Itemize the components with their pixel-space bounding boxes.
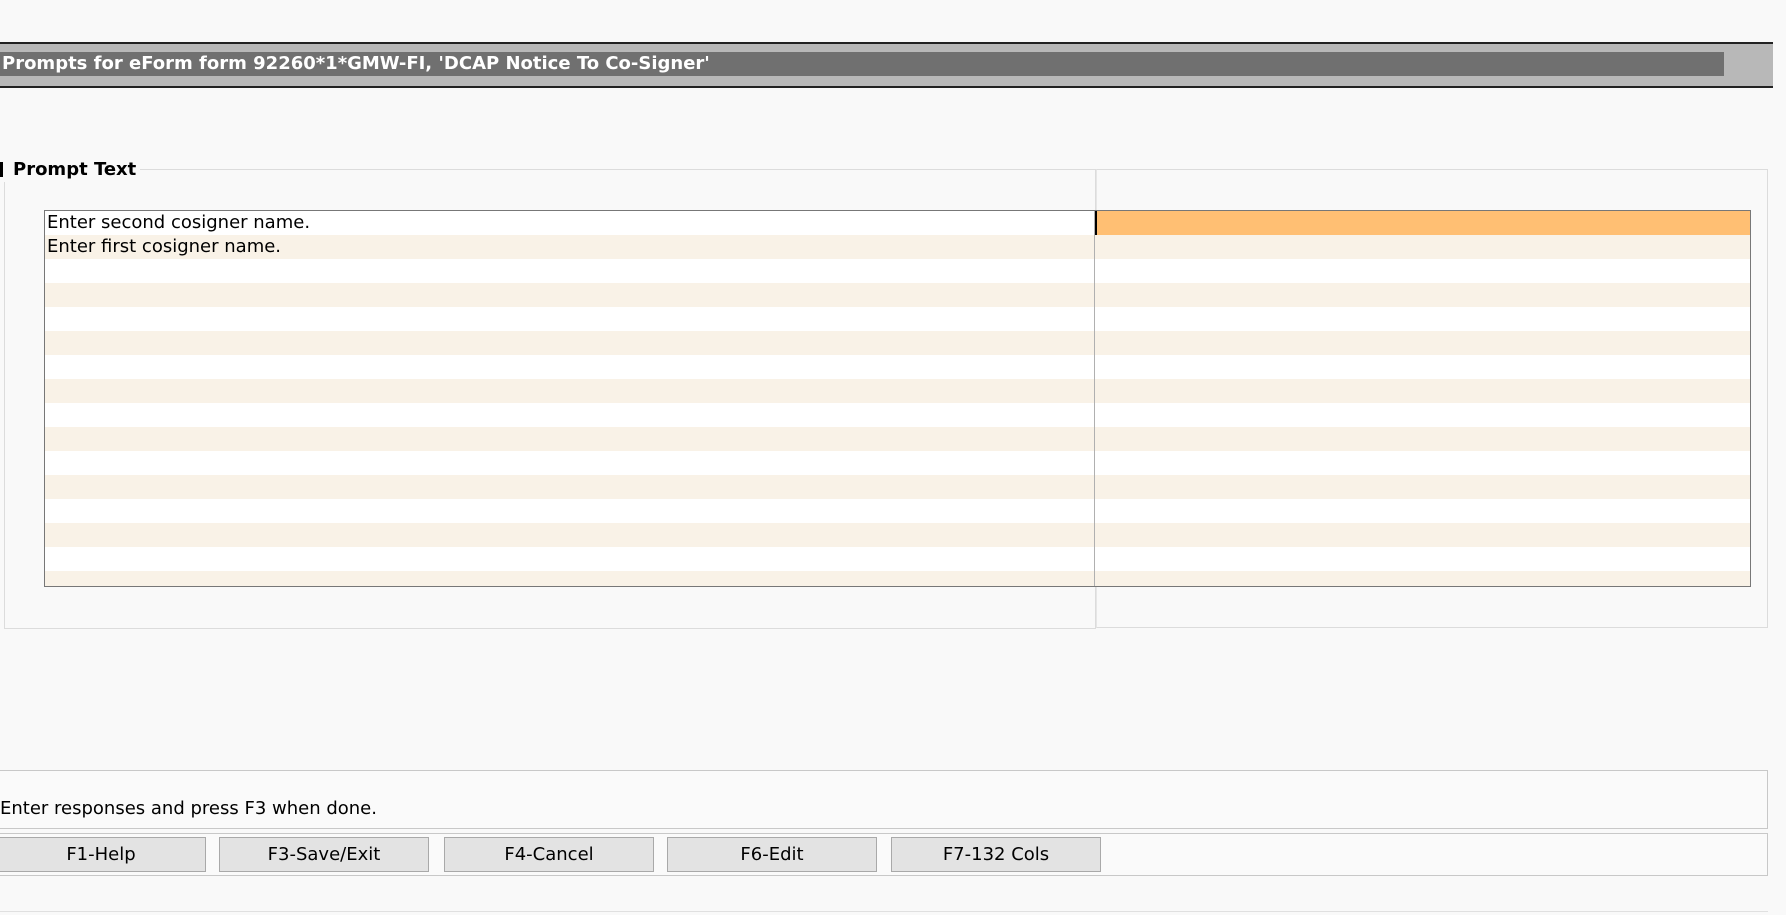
grid-row bbox=[45, 427, 1750, 451]
response-input[interactable] bbox=[1095, 451, 1750, 475]
f3-save-exit-button[interactable]: F3-Save/Exit bbox=[219, 837, 429, 872]
response-input[interactable] bbox=[1095, 331, 1750, 355]
prompt-grid: Enter second cosigner name. Enter first … bbox=[44, 210, 1751, 587]
grid-row bbox=[45, 475, 1750, 499]
status-bar: Enter responses and press F3 when done. bbox=[0, 770, 1768, 829]
prompt-cell bbox=[45, 307, 1095, 331]
response-input[interactable] bbox=[1095, 499, 1750, 523]
prompt-cell bbox=[45, 547, 1095, 571]
grid-row bbox=[45, 259, 1750, 283]
response-input[interactable] bbox=[1095, 475, 1750, 499]
prompt-cell bbox=[45, 499, 1095, 523]
response-input[interactable] bbox=[1095, 547, 1750, 571]
response-input[interactable] bbox=[1095, 259, 1750, 283]
prompt-cell bbox=[45, 403, 1095, 427]
grid-row bbox=[45, 499, 1750, 523]
prompt-cell bbox=[45, 451, 1095, 475]
response-input[interactable] bbox=[1095, 523, 1750, 547]
grid-row bbox=[45, 307, 1750, 331]
prompt-group-label-text: Prompt Text bbox=[13, 159, 137, 180]
title-bar: Prompts for eForm form 92260*1*GMW-FI, '… bbox=[0, 42, 1773, 88]
prompt-group-label: Prompt Text bbox=[0, 158, 141, 182]
bottom-divider bbox=[0, 911, 1768, 912]
grid-row bbox=[45, 547, 1750, 571]
prompt-cell: Enter first cosigner name. bbox=[45, 235, 1095, 259]
prompt-cell bbox=[45, 379, 1095, 403]
prompt-cell bbox=[45, 571, 1095, 586]
prompt-cell bbox=[45, 331, 1095, 355]
grid-row: Enter first cosigner name. bbox=[45, 235, 1750, 259]
prompt-cell bbox=[45, 523, 1095, 547]
prompt-cell bbox=[45, 355, 1095, 379]
grid-row bbox=[45, 331, 1750, 355]
grid-row: Enter second cosigner name. bbox=[45, 211, 1750, 235]
response-input[interactable] bbox=[1095, 283, 1750, 307]
grid-row bbox=[45, 523, 1750, 547]
status-message: Enter responses and press F3 when done. bbox=[0, 798, 377, 819]
prompt-cell bbox=[45, 259, 1095, 283]
response-input[interactable] bbox=[1095, 307, 1750, 331]
prompt-cell: Enter second cosigner name. bbox=[45, 211, 1095, 235]
prompt-cell bbox=[45, 283, 1095, 307]
grid-row bbox=[45, 355, 1750, 379]
grid-row bbox=[45, 379, 1750, 403]
response-input[interactable] bbox=[1095, 379, 1750, 403]
response-input[interactable] bbox=[1095, 571, 1750, 586]
response-input[interactable] bbox=[1095, 235, 1750, 259]
response-input[interactable] bbox=[1095, 427, 1750, 451]
f4-cancel-button[interactable]: F4-Cancel bbox=[444, 837, 654, 872]
grid-row bbox=[45, 451, 1750, 475]
group-marker-icon bbox=[0, 162, 3, 177]
grid-row bbox=[45, 403, 1750, 427]
f6-edit-button[interactable]: F6-Edit bbox=[667, 837, 877, 872]
f1-help-button[interactable]: F1-Help bbox=[0, 837, 206, 872]
response-input[interactable] bbox=[1095, 355, 1750, 379]
response-input[interactable] bbox=[1095, 211, 1750, 235]
grid-row bbox=[45, 571, 1750, 586]
grid-row bbox=[45, 283, 1750, 307]
f7-132-cols-button[interactable]: F7-132 Cols bbox=[891, 837, 1101, 872]
prompt-cell bbox=[45, 475, 1095, 499]
prompt-cell bbox=[45, 427, 1095, 451]
response-input[interactable] bbox=[1095, 403, 1750, 427]
window-title: Prompts for eForm form 92260*1*GMW-FI, '… bbox=[0, 52, 1724, 76]
function-key-bar: F1-Help F3-Save/Exit F4-Cancel F6-Edit F… bbox=[0, 833, 1768, 876]
